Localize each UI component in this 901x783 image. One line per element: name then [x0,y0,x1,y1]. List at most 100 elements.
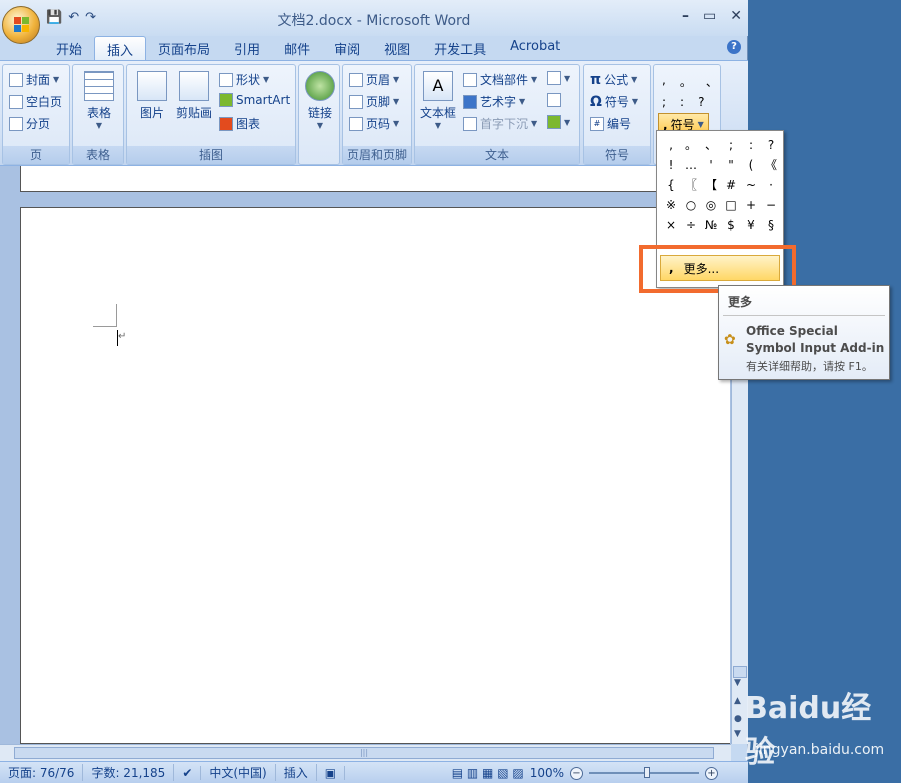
symbol-cell[interactable]: # [721,175,741,195]
symbol-cell[interactable]: ○ [681,195,701,215]
symbol-cell[interactable]: ¥ [741,215,761,235]
blank-page-button[interactable]: 空白页 [9,93,62,110]
word-count[interactable]: 字数: 21,185 [83,764,175,781]
page-break-button[interactable]: 分页 [9,115,50,132]
symbol-cell[interactable]: $ [721,215,741,235]
zoom-out-icon[interactable]: − [570,766,583,780]
tab-review[interactable]: 审阅 [322,36,372,60]
group-table: 表格 ▼ 表格 [72,64,124,165]
macro-icon[interactable]: ▣ [317,765,346,780]
wordart-button[interactable]: 艺术字 ▼ [463,93,525,110]
symbol-cell[interactable]: : [741,135,761,155]
symbol-cell[interactable]: ( [741,155,761,175]
symbol-cell[interactable]: □ [721,195,741,215]
page-count[interactable]: 页面: 76/76 [0,764,84,781]
symbol-cell[interactable]: 《 [761,155,781,175]
clipart-button[interactable]: 剪贴画 [173,71,215,121]
symbol-cell[interactable]: ? [761,135,781,155]
tab-mailings[interactable]: 邮件 [272,36,322,60]
symbol-cell[interactable]: ' [701,155,721,175]
symbol-cell[interactable]: ! [661,155,681,175]
hscroll-thumb[interactable]: ||| [14,747,714,759]
document-page[interactable] [20,207,730,744]
office-button[interactable] [2,6,40,44]
symbol-cell[interactable]: § [761,215,781,235]
quick-symbol[interactable]: , [662,73,666,90]
tab-insert[interactable]: 插入 [94,36,147,60]
numbering-button[interactable]: # 编号 [590,115,631,132]
equation-button[interactable]: π 公式 ▼ [590,71,637,88]
symbol-cell[interactable]: ※ [661,195,681,215]
link-icon [305,71,335,101]
quick-symbol[interactable]: ? [698,95,704,109]
footer-button[interactable]: 页脚 ▼ [349,93,399,110]
symbol-cell[interactable]: ; [721,135,741,155]
smartart-button[interactable]: SmartArt [219,93,290,107]
close-icon[interactable]: ✕ [730,8,742,24]
symbol-cell[interactable]: … [681,155,701,175]
symbol-cell[interactable]: ~ [741,175,761,195]
tab-acrobat[interactable]: Acrobat [498,36,572,60]
cover-page-button[interactable]: 封面 ▼ [9,71,59,88]
language-status[interactable]: 中文(中国) [201,764,276,781]
tab-references[interactable]: 引用 [222,36,272,60]
zoom-slider[interactable] [589,767,699,778]
header-button[interactable]: 页眉 ▼ [349,71,399,88]
shapes-button[interactable]: 形状 ▼ [219,71,269,88]
symbol-cell[interactable]: № [701,215,721,235]
help-icon[interactable]: ? [727,40,741,54]
symbol-cell[interactable]: 〖 [681,175,701,195]
prev-page-icon[interactable]: ▲ [734,696,741,706]
symbol-cell[interactable]: { [661,175,681,195]
object-button[interactable]: ▼ [547,115,570,129]
proofing-icon[interactable]: ✔ [174,765,202,780]
picture-button[interactable]: 图片 [135,71,169,121]
link-button[interactable]: 链接 ▼ [303,71,337,130]
symbol-cell[interactable]: × [661,215,681,235]
zoom-knob[interactable] [644,767,650,778]
symbol-cell[interactable]: + [741,195,761,215]
doc-parts-icon [463,72,477,87]
smartart-icon [219,93,233,107]
symbol-cell[interactable]: ◎ [701,195,721,215]
scroll-down-icon[interactable]: ▼ [734,678,741,688]
textbox-button[interactable]: A 文本框 ▼ [419,71,457,130]
signature-line-button[interactable]: ▼ [547,71,570,85]
zoom-in-icon[interactable]: + [705,766,718,780]
title-bar: 💾 ↶ ↷ 文档2.docx - Microsoft Word – ▭ ✕ [0,0,748,36]
tab-developer[interactable]: 开发工具 [422,36,498,60]
insert-mode[interactable]: 插入 [276,764,317,781]
table-button[interactable]: 表格 ▼ [83,71,115,130]
symbol-cell[interactable]: · [761,175,781,195]
zoom-level[interactable]: 100% [530,766,564,780]
status-bar: 页面: 76/76 字数: 21,185 ✔ 中文(中国) 插入 ▣ ▤ ▥ ▦… [0,761,748,783]
symbol-cell[interactable]: − [761,195,781,215]
date-time-button[interactable] [547,93,561,107]
dropcap-button[interactable]: 首字下沉 ▼ [463,115,537,132]
view-buttons[interactable]: ▤ ▥ ▦ ▧ ▨ [452,766,524,780]
symbol-cell[interactable]: ÷ [681,215,701,235]
symbol-cell[interactable]: 、 [701,135,721,155]
symbol-cell[interactable]: , [661,135,681,155]
quick-symbol[interactable]: ; [662,95,666,109]
tab-view[interactable]: 视图 [372,36,422,60]
horizontal-scrollbar[interactable]: ||| [0,744,731,761]
maximize-icon[interactable]: ▭ [703,8,716,24]
symbol-cell[interactable]: " [721,155,741,175]
quick-symbol[interactable]: : [680,95,684,109]
page-number-button[interactable]: 页码 ▼ [349,115,399,132]
chart-button[interactable]: 图表 [219,115,260,132]
tab-home[interactable]: 开始 [44,36,94,60]
symbol-cell[interactable]: 【 [701,175,721,195]
symbol-button[interactable]: Ω 符号 ▼ [590,93,638,110]
quick-symbol[interactable]: 。 [680,73,692,90]
quick-symbol[interactable]: 、 [706,73,718,90]
doc-parts-button[interactable]: 文档部件 ▼ [463,71,537,88]
word-window: 💾 ↶ ↷ 文档2.docx - Microsoft Word – ▭ ✕ 开始… [0,0,748,783]
tab-page-layout[interactable]: 页面布局 [146,36,222,60]
next-page-icon[interactable]: ▼ [734,729,741,739]
scroll-thumb[interactable] [733,666,747,678]
browse-object-icon[interactable]: ● [734,714,742,724]
symbol-cell[interactable]: 。 [681,135,701,155]
minimize-icon[interactable]: – [682,8,689,24]
